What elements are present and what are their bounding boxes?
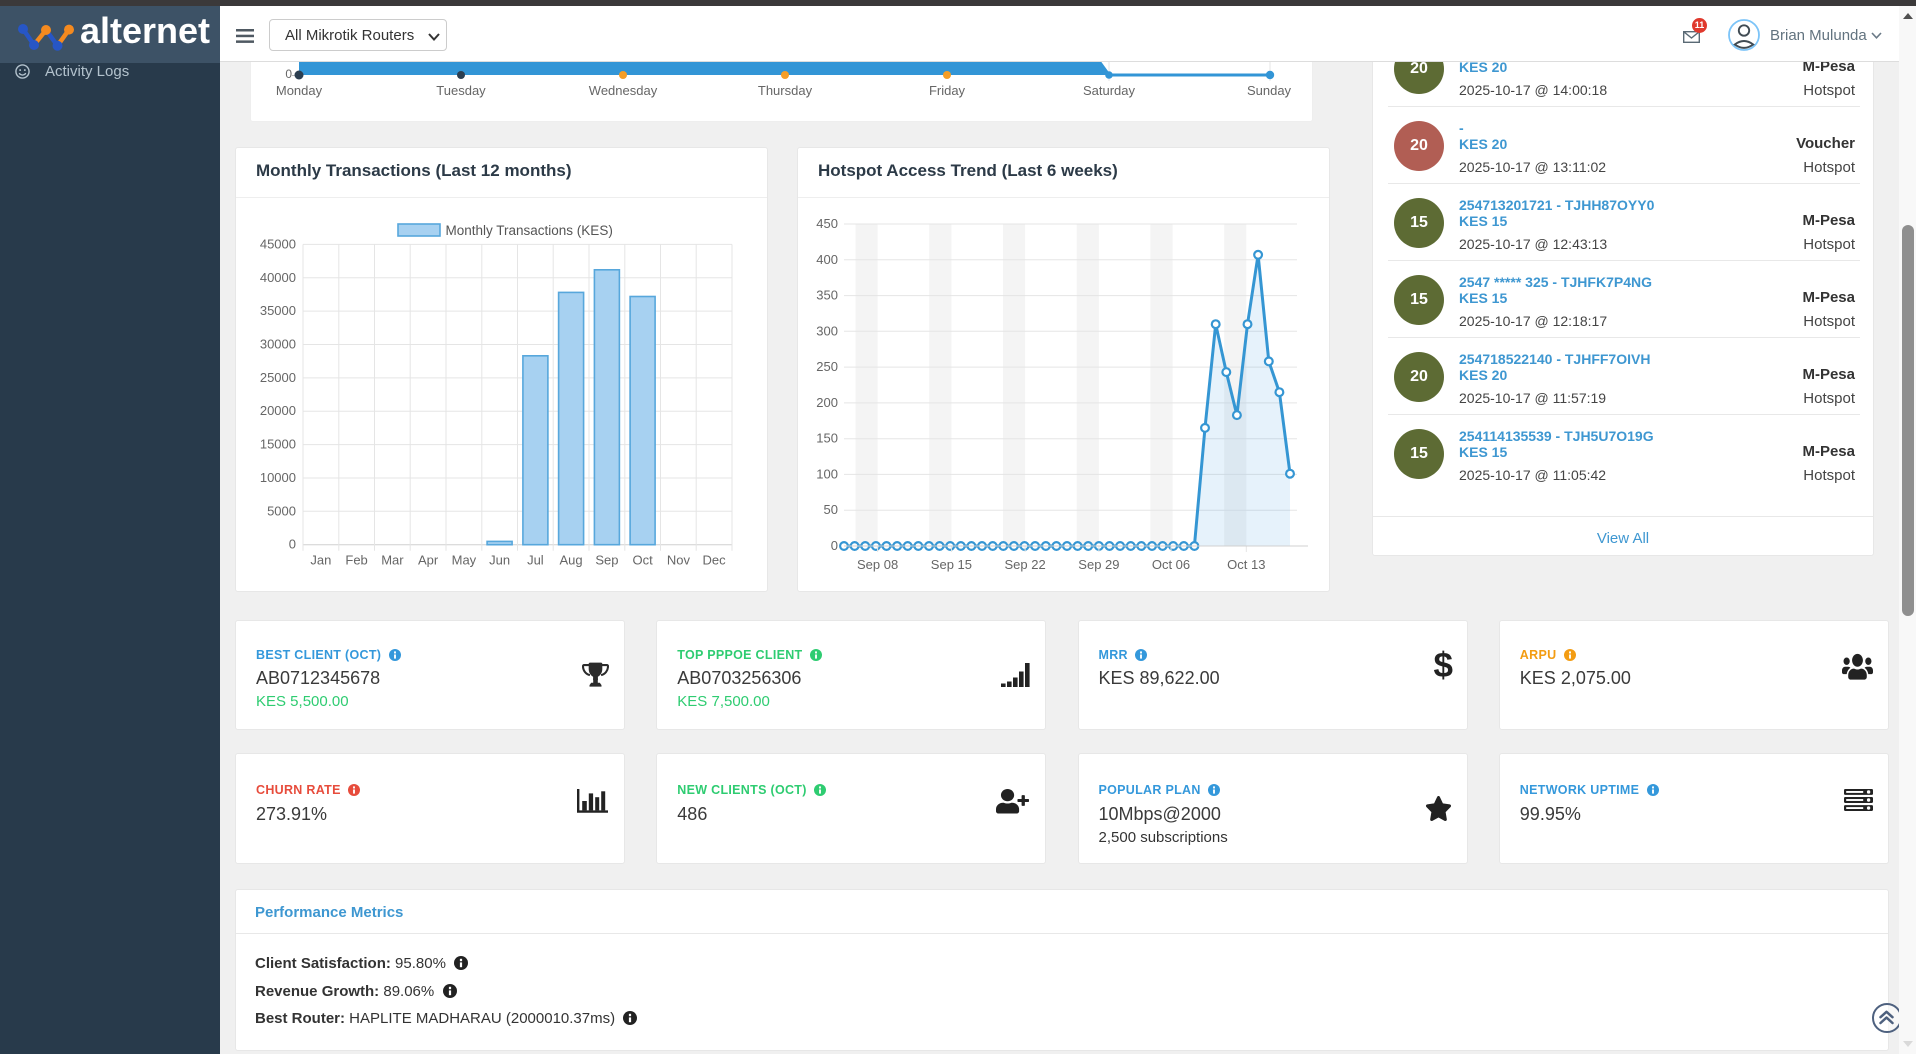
svg-text:Oct: Oct (632, 553, 653, 568)
svg-text:250: 250 (816, 359, 838, 374)
svg-text:Jul: Jul (527, 553, 544, 568)
svg-text:Sep 15: Sep 15 (931, 557, 972, 572)
svg-text:Feb: Feb (345, 553, 367, 568)
svg-text:Nov: Nov (667, 553, 691, 568)
svg-text:Jun: Jun (489, 553, 510, 568)
svg-text:35000: 35000 (260, 303, 296, 318)
svg-text:30000: 30000 (260, 337, 296, 352)
svg-text:0: 0 (831, 538, 838, 553)
svg-text:5000: 5000 (267, 503, 296, 518)
svg-text:200: 200 (816, 395, 838, 410)
svg-text:Sep: Sep (595, 553, 618, 568)
svg-text:Jan: Jan (310, 553, 331, 568)
svg-text:400: 400 (816, 252, 838, 267)
svg-text:Monthly Transactions (KES): Monthly Transactions (KES) (446, 223, 613, 238)
svg-text:Aug: Aug (560, 553, 583, 568)
svg-text:350: 350 (816, 288, 838, 303)
svg-text:Sep 22: Sep 22 (1004, 557, 1045, 572)
svg-text:Oct 13: Oct 13 (1227, 557, 1265, 572)
svg-text:20000: 20000 (260, 403, 296, 418)
svg-text:50: 50 (824, 502, 838, 517)
svg-text:10000: 10000 (260, 470, 296, 485)
svg-text:15000: 15000 (260, 437, 296, 452)
svg-text:Apr: Apr (418, 553, 439, 568)
svg-text:25000: 25000 (260, 370, 296, 385)
svg-text:45000: 45000 (260, 236, 296, 251)
svg-text:Sep 29: Sep 29 (1078, 557, 1119, 572)
svg-text:Oct 06: Oct 06 (1152, 557, 1190, 572)
svg-text:May: May (452, 553, 477, 568)
svg-text:0: 0 (289, 537, 296, 552)
svg-text:Dec: Dec (703, 553, 727, 568)
svg-text:Sep 08: Sep 08 (857, 557, 898, 572)
svg-text:40000: 40000 (260, 270, 296, 285)
svg-text:100: 100 (816, 466, 838, 481)
svg-text:Mar: Mar (381, 553, 404, 568)
svg-text:300: 300 (816, 323, 838, 338)
svg-text:450: 450 (816, 216, 838, 231)
svg-text:150: 150 (816, 431, 838, 446)
